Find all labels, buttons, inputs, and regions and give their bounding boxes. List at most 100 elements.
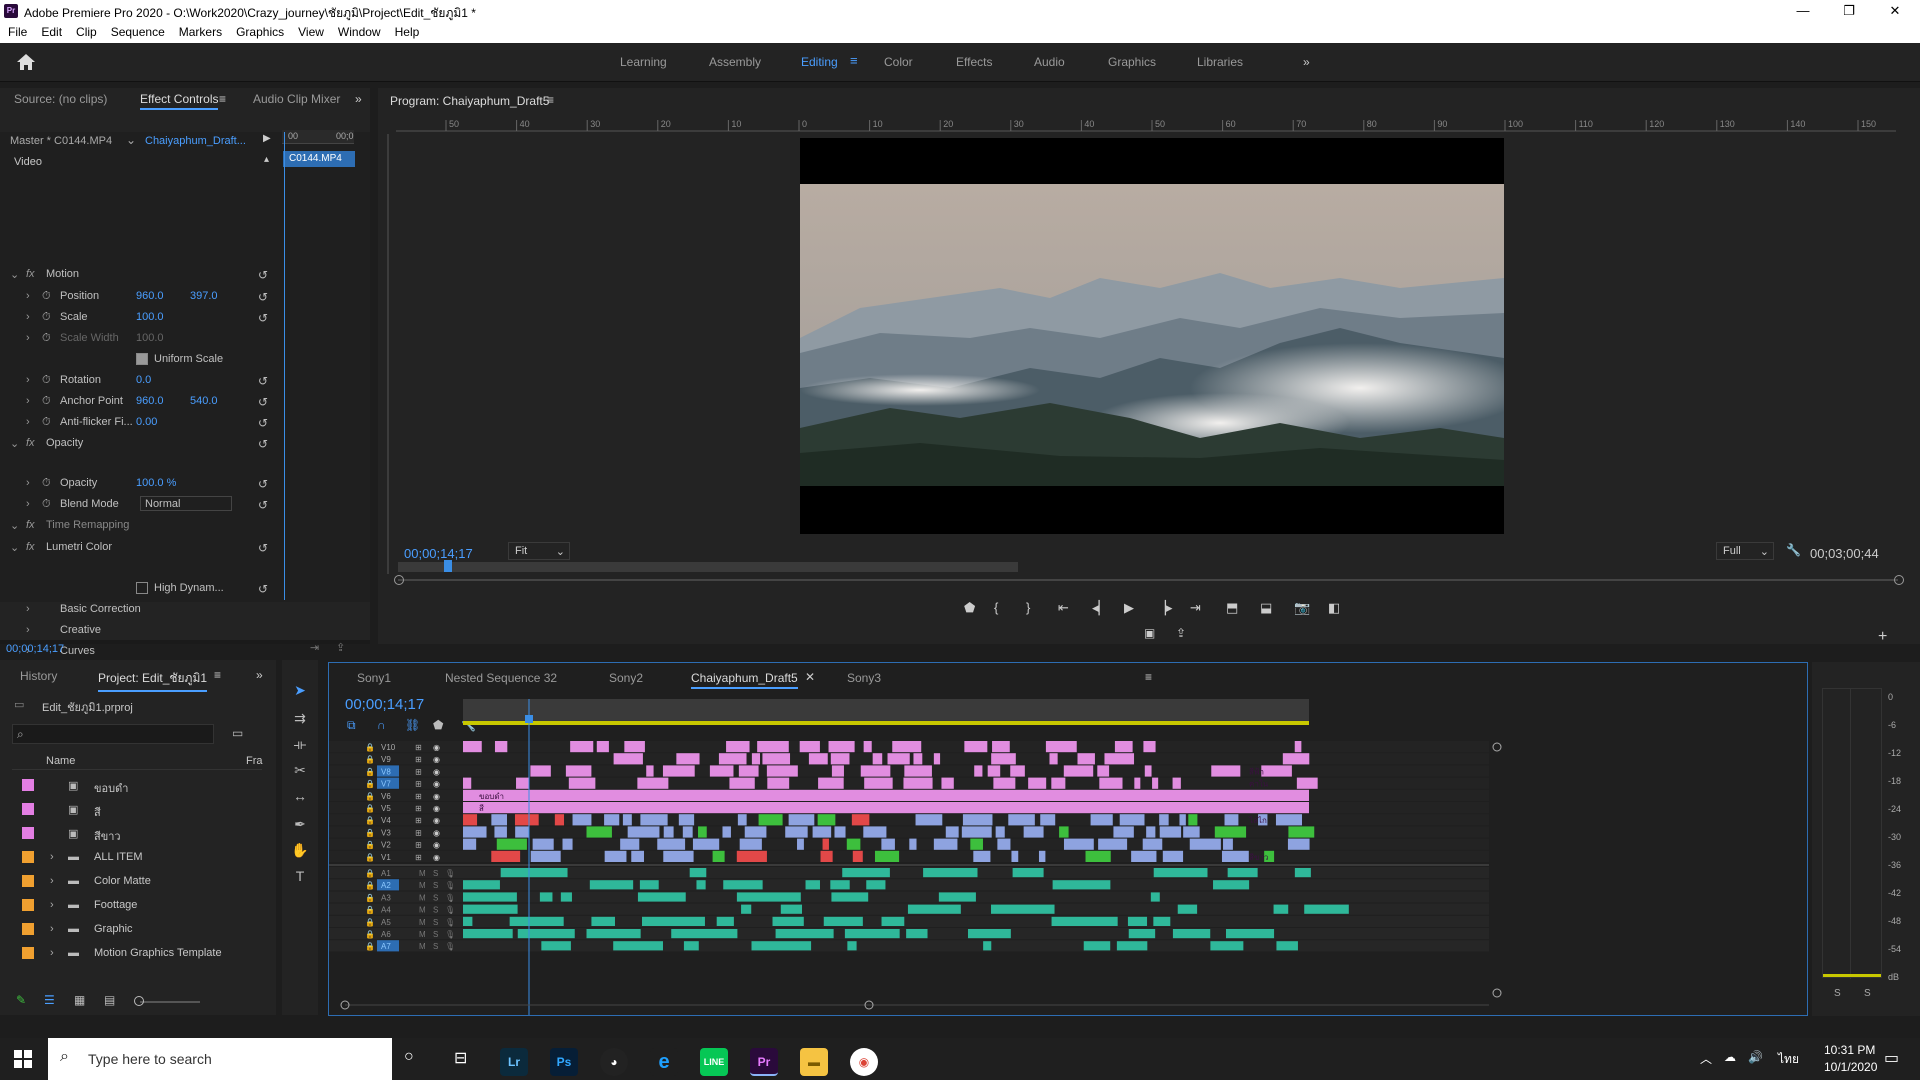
lock-icon[interactable]: 🔒: [365, 893, 375, 902]
sync-lock-icon[interactable]: ⊞: [415, 828, 422, 837]
close-tab-icon[interactable]: ✕: [805, 670, 815, 684]
microphone-icon[interactable]: 🎙: [445, 869, 455, 878]
track-label[interactable]: V4: [381, 816, 391, 825]
stopwatch-icon[interactable]: ⏱: [42, 395, 51, 408]
eye-icon[interactable]: ◉: [433, 816, 440, 825]
expand-triangle-icon[interactable]: ›: [26, 603, 30, 615]
ec-row-opacity[interactable]: ⌄ fx Opacity ↺: [0, 433, 280, 454]
ec-row-anchor-point[interactable]: › ⏱ Anchor Point 960.0 540.0 ↺: [0, 391, 280, 412]
mark-in-icon[interactable]: {: [994, 600, 998, 615]
project-item[interactable]: ▣ สีขาว: [0, 822, 260, 846]
razor-tool-icon[interactable]: ✂: [290, 762, 310, 782]
solo-right-button[interactable]: S: [1864, 988, 1871, 999]
track-label[interactable]: A5: [381, 918, 391, 927]
go-to-out-icon[interactable]: ⇥: [1190, 600, 1201, 616]
expand-triangle-icon[interactable]: ›: [26, 395, 30, 407]
ripple-edit-tool-icon[interactable]: ⟛: [290, 736, 310, 756]
track-label[interactable]: V2: [381, 841, 391, 850]
stopwatch-icon[interactable]: ⏱: [42, 416, 51, 429]
eye-icon[interactable]: ◉: [433, 853, 440, 862]
selection-tool-icon[interactable]: ➤: [290, 682, 310, 702]
solo-button[interactable]: S: [433, 930, 438, 939]
program-video-frame[interactable]: [800, 138, 1530, 534]
program-playhead[interactable]: [444, 560, 452, 572]
reset-icon[interactable]: ↺: [258, 374, 268, 388]
ec-row-scale[interactable]: › ⏱ Scale 100.0 ↺: [0, 307, 280, 328]
stopwatch-icon[interactable]: ⏱: [42, 332, 51, 345]
ec-value-1[interactable]: 100.0 %: [136, 477, 176, 489]
reset-icon[interactable]: ↺: [258, 311, 268, 325]
mute-button[interactable]: M: [419, 906, 426, 915]
checkbox[interactable]: [136, 582, 148, 594]
sync-lock-icon[interactable]: ⊞: [415, 816, 422, 825]
track-select-tool-icon[interactable]: ⇉: [290, 710, 310, 730]
blend-mode-select[interactable]: Normal: [140, 496, 232, 511]
workspace-graphics[interactable]: Graphics: [1108, 55, 1156, 69]
file-explorer-icon[interactable]: ▬: [800, 1048, 828, 1076]
maximize-button[interactable]: ❐: [1826, 1, 1872, 21]
close-button[interactable]: ✕: [1872, 1, 1918, 21]
ec-row-creative[interactable]: › Creative: [0, 620, 280, 641]
track-label[interactable]: A6: [381, 930, 391, 939]
audio-track-a5[interactable]: A5 🔒 M S 🎙: [329, 915, 1489, 927]
project-item[interactable]: › ▬ Foottage: [0, 894, 260, 918]
project-item[interactable]: › ▬ Graphic: [0, 918, 260, 942]
label-color-swatch[interactable]: [22, 851, 34, 863]
audio-track-a6[interactable]: A6 🔒 M S 🎙: [329, 928, 1489, 940]
label-color-swatch[interactable]: [22, 923, 34, 935]
expand-triangle-icon[interactable]: ⌄: [10, 541, 19, 554]
label-color-swatch[interactable]: [22, 899, 34, 911]
zoom-slider-handle[interactable]: [134, 996, 144, 1006]
checkbox[interactable]: [136, 353, 148, 365]
resolution-select[interactable]: Full ⌄: [1716, 542, 1774, 560]
project-item[interactable]: › ▬ Color Matte: [0, 870, 260, 894]
video-track-v9[interactable]: V9 🔒 ⊞ ◉: [329, 753, 1489, 765]
taskbar-search-box[interactable]: ⌕ Type here to search: [48, 1038, 392, 1080]
list-view-icon[interactable]: ☰: [44, 993, 55, 1007]
eye-icon[interactable]: ◉: [433, 780, 440, 789]
track-label[interactable]: A4: [381, 906, 391, 915]
lock-icon[interactable]: 🔒: [365, 841, 375, 850]
work-area-bar[interactable]: [463, 699, 1309, 721]
mark-out-icon[interactable]: }: [1026, 600, 1030, 615]
menu-clip[interactable]: Clip: [68, 22, 103, 39]
menu-window[interactable]: Window: [330, 22, 387, 39]
expand-triangle-icon[interactable]: ⌄: [10, 437, 19, 450]
column-frame-rate[interactable]: Fra: [246, 755, 263, 767]
tab-source[interactable]: Source: (no clips): [14, 92, 107, 106]
lock-icon[interactable]: 🔒: [365, 792, 375, 801]
track-label[interactable]: V1: [381, 853, 391, 862]
expand-triangle-icon[interactable]: ›: [26, 311, 30, 323]
reset-icon[interactable]: ↺: [258, 290, 268, 304]
mute-button[interactable]: M: [419, 893, 426, 902]
tray-chevron-icon[interactable]: ︿: [1700, 1050, 1712, 1067]
mute-button[interactable]: M: [419, 881, 426, 890]
sync-lock-icon[interactable]: ⊞: [415, 780, 422, 789]
lightroom-app-icon[interactable]: Lr: [500, 1048, 528, 1076]
project-search-input[interactable]: ⌕: [12, 724, 214, 744]
sync-lock-icon[interactable]: ⊞: [415, 755, 422, 764]
video-track-v5[interactable]: V5 🔒 ⊞ ◉: [329, 802, 1489, 814]
workspace-menu-icon[interactable]: ≡: [850, 53, 858, 68]
ec-value-2[interactable]: 540.0: [190, 395, 218, 407]
clock-date[interactable]: 10/1/2020: [1824, 1060, 1877, 1074]
ec-row-motion[interactable]: ⌄ fx Motion ↺: [0, 264, 280, 285]
video-track-v4[interactable]: V4 🔒 ⊞ ◉: [329, 814, 1489, 826]
expand-triangle-icon[interactable]: ›: [26, 416, 30, 428]
timeline-tracks[interactable]: V10 🔒 ⊞ ◉ V9 🔒 ⊞ ◉ V8 🔒 ⊞ ◉ V7 🔒 ⊞ ◉ V6 🔒 ⊞ ◉ V5 🔒 ⊞ ◉ V4 🔒 ⊞ ◉ V3 🔒 ⊞…: [329, 689, 1807, 1015]
solo-button[interactable]: S: [433, 942, 438, 951]
panel-menu-icon[interactable]: ≡: [1145, 670, 1152, 684]
sync-lock-icon[interactable]: ⊞: [415, 804, 422, 813]
icon-view-icon[interactable]: ▦: [74, 993, 85, 1007]
program-timecode[interactable]: 00;00;14;17: [404, 546, 473, 561]
cortana-icon[interactable]: ○: [404, 1048, 414, 1066]
microphone-icon[interactable]: 🎙: [445, 906, 455, 915]
chrome-app-icon[interactable]: ◉: [850, 1048, 878, 1076]
v-scroll-handle[interactable]: [1492, 742, 1502, 752]
ec-row-high-dynam-[interactable]: High Dynam... ↺: [0, 578, 280, 599]
workspace-audio[interactable]: Audio: [1034, 55, 1065, 69]
expand-triangle-icon[interactable]: ⌄: [10, 268, 19, 281]
microphone-icon[interactable]: 🎙: [445, 930, 455, 939]
track-label[interactable]: V8: [381, 767, 391, 776]
eye-icon[interactable]: ◉: [433, 792, 440, 801]
